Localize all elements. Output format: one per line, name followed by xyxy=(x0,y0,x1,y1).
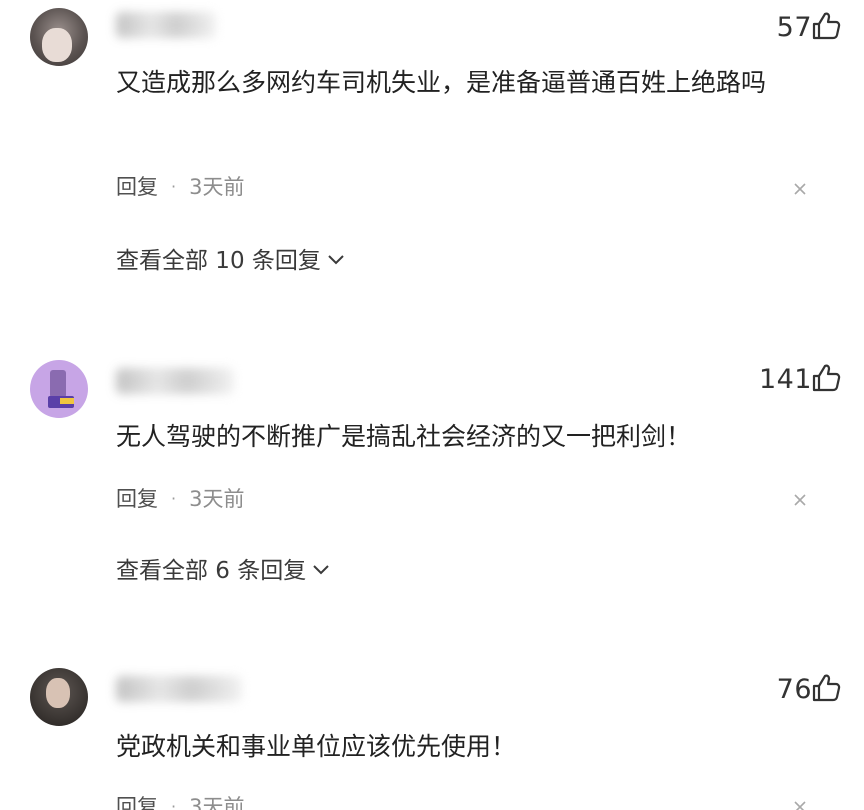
reply-button[interactable]: 回复 xyxy=(116,171,158,201)
like-count: 57 xyxy=(776,11,812,43)
view-replies-label: 查看全部 10 条回复 xyxy=(116,248,321,274)
avatar[interactable] xyxy=(30,360,88,418)
timestamp: 3天前 xyxy=(189,175,245,199)
comment-meta: 回复 · 3天前 xyxy=(116,484,244,512)
separator: · xyxy=(171,488,177,508)
close-icon[interactable] xyxy=(792,492,808,508)
like-count: 141 xyxy=(758,363,812,395)
comment-feed: 57 又造成那么多网约车司机失业，是准备逼普通百姓上绝路吗 回复 · 3天前 查… xyxy=(0,0,864,810)
close-icon[interactable] xyxy=(792,181,808,197)
reply-button[interactable]: 回复 xyxy=(116,791,158,810)
separator: · xyxy=(171,796,177,810)
like-count: 76 xyxy=(776,673,812,705)
avatar[interactable] xyxy=(30,8,88,66)
comment-text: 党政机关和事业单位应该优先使用！ xyxy=(116,732,517,761)
comment-meta: 回复 · 3天前 xyxy=(116,172,244,200)
thumbs-up-icon[interactable] xyxy=(810,10,842,42)
close-icon[interactable] xyxy=(792,799,808,810)
reply-button[interactable]: 回复 xyxy=(116,483,158,513)
thumbs-up-icon[interactable] xyxy=(810,672,842,704)
username-blurred[interactable] xyxy=(116,12,216,38)
timestamp: 3天前 xyxy=(189,487,245,511)
username-blurred[interactable] xyxy=(116,368,234,394)
view-replies-label: 查看全部 6 条回复 xyxy=(116,558,307,584)
timestamp: 3天前 xyxy=(189,795,245,810)
avatar[interactable] xyxy=(30,668,88,726)
comment-text: 又造成那么多网约车司机失业，是准备逼普通百姓上绝路吗 xyxy=(116,68,767,97)
comment-meta: 回复 · 3天前 xyxy=(116,792,244,810)
chevron-down-icon xyxy=(328,255,344,265)
comment-text: 无人驾驶的不断推广是搞乱社会经济的又一把利剑！ xyxy=(116,422,692,451)
thumbs-up-icon[interactable] xyxy=(810,362,842,394)
separator: · xyxy=(171,176,177,196)
chevron-down-icon xyxy=(313,565,329,575)
view-replies-button[interactable]: 查看全部 10 条回复 xyxy=(116,242,346,274)
username-blurred[interactable] xyxy=(116,676,242,702)
view-replies-button[interactable]: 查看全部 6 条回复 xyxy=(116,552,331,584)
